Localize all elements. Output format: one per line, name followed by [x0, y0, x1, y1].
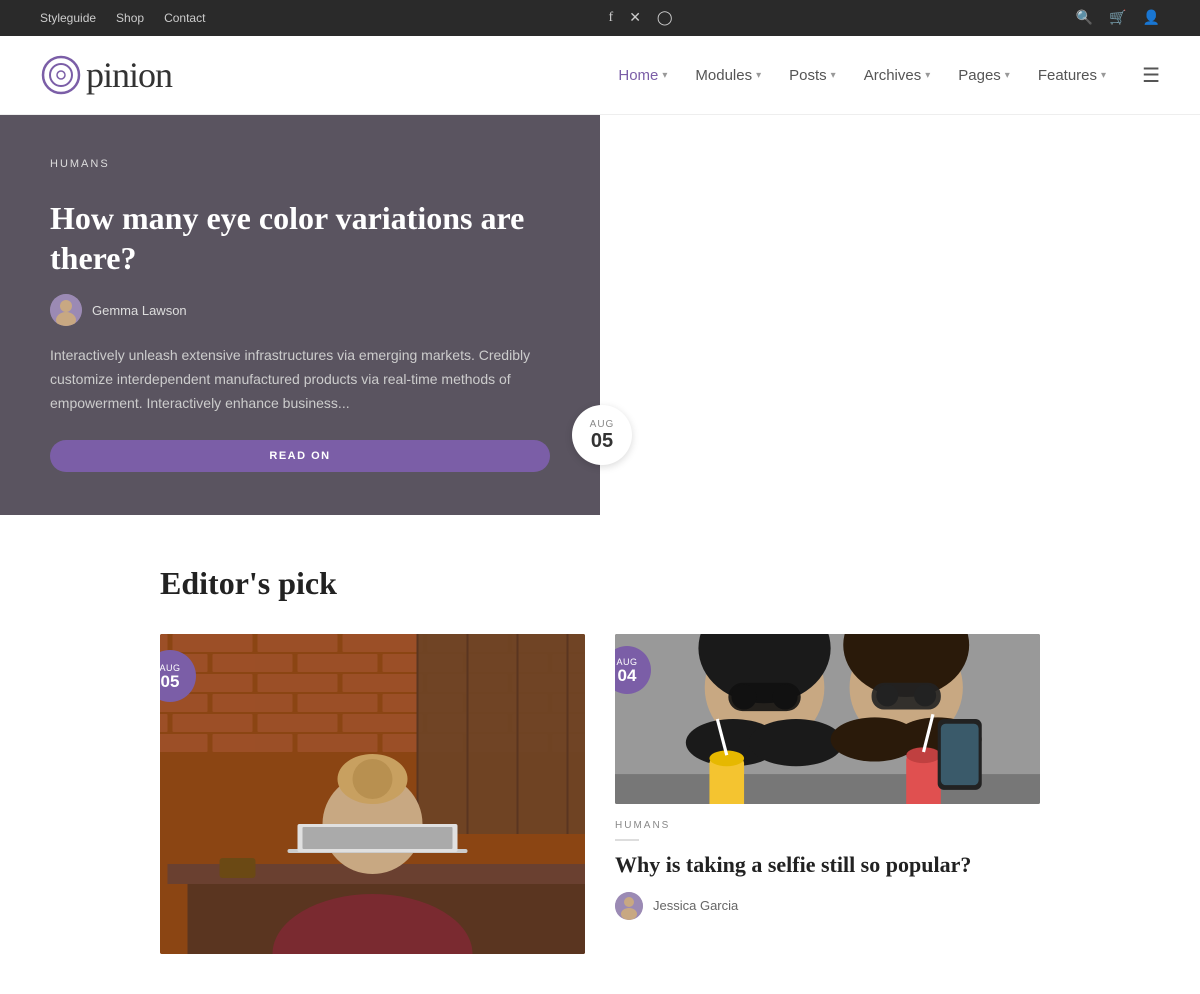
card-small: AUG 04: [615, 634, 1040, 920]
hero-author-name: Gemma Lawson: [92, 303, 187, 318]
hero-date-day: 05: [591, 430, 613, 452]
top-bar-icons: 🔍 🛒 👤: [1076, 10, 1160, 27]
cafe-scene-svg: [160, 634, 585, 954]
contact-link[interactable]: Contact: [164, 11, 205, 25]
hero-content: HUMANS How many eye color variations are…: [0, 115, 600, 515]
logo[interactable]: pinion: [40, 54, 172, 96]
hero-avatar: [50, 294, 82, 326]
section-title: Editor's pick: [160, 565, 1040, 602]
card-left-date-day: 05: [161, 673, 180, 690]
modules-arrow-icon: ▾: [756, 70, 761, 81]
card-right-author-name: Jessica Garcia: [653, 898, 738, 913]
user-icon[interactable]: 👤: [1143, 10, 1160, 27]
logo-text: pinion: [86, 54, 172, 96]
logo-icon: [40, 54, 82, 96]
styleguide-link[interactable]: Styleguide: [40, 11, 96, 25]
card-right-author: Jessica Garcia: [615, 892, 1040, 920]
card-large-image[interactable]: AUG 05: [160, 634, 585, 954]
card-small-image[interactable]: AUG 04: [615, 634, 1040, 804]
nav-features[interactable]: Features ▾: [1038, 67, 1106, 84]
search-icon[interactable]: 🔍: [1076, 10, 1093, 27]
card-right-category: HUMANS: [615, 820, 1040, 831]
top-bar-links: Styleguide Shop Contact: [40, 11, 205, 25]
instagram-icon[interactable]: ◯: [657, 10, 673, 27]
hero-category: HUMANS: [50, 158, 550, 170]
card-left-date-month: AUG: [160, 663, 181, 673]
nav-posts[interactable]: Posts ▾: [789, 67, 836, 84]
hero-date-badge: AUG 05: [572, 405, 632, 465]
card-large: AUG 05: [160, 634, 585, 954]
hero-excerpt: Interactively unleash extensive infrastr…: [50, 344, 550, 415]
hero-image-wrap: AUG 05: [600, 115, 1200, 515]
nav-archives[interactable]: Archives ▾: [864, 67, 931, 84]
social-links: f ✕ ◯: [609, 10, 673, 27]
editors-pick-section: Editor's pick AUG 05: [0, 515, 1200, 994]
archives-arrow-icon: ▾: [925, 70, 930, 81]
editors-grid: AUG 05: [160, 634, 1040, 954]
nav-pages[interactable]: Pages ▾: [958, 67, 1010, 84]
hero-title: How many eye color variations are there?: [50, 198, 550, 278]
hero-section: HUMANS How many eye color variations are…: [0, 115, 1200, 515]
card-right-divider: [615, 839, 639, 841]
twitter-icon[interactable]: ✕: [629, 10, 641, 27]
read-on-button[interactable]: READ ON: [50, 440, 550, 472]
facebook-icon[interactable]: f: [609, 10, 614, 26]
cart-icon[interactable]: 🛒: [1109, 10, 1126, 27]
nav-modules[interactable]: Modules ▾: [695, 67, 761, 84]
pages-arrow-icon: ▾: [1005, 70, 1010, 81]
card-right-avatar: [615, 892, 643, 920]
home-arrow-icon: ▾: [662, 70, 667, 81]
top-bar: Styleguide Shop Contact f ✕ ◯ 🔍 🛒 👤: [0, 0, 1200, 36]
card-right-date-day: 04: [618, 667, 637, 684]
shop-link[interactable]: Shop: [116, 11, 144, 25]
card-right-title: Why is taking a selfie still so popular?: [615, 851, 1040, 880]
hero-author: Gemma Lawson: [50, 294, 550, 326]
site-header: pinion Home ▾ Modules ▾ Posts ▾ Archives…: [0, 36, 1200, 115]
nav-home[interactable]: Home ▾: [618, 67, 667, 84]
selfie-scene-svg: [615, 634, 1040, 804]
main-nav: Home ▾ Modules ▾ Posts ▾ Archives ▾ Page…: [618, 63, 1160, 88]
posts-arrow-icon: ▾: [831, 70, 836, 81]
features-arrow-icon: ▾: [1101, 70, 1106, 81]
card-right-date-month: AUG: [616, 657, 637, 667]
hero-date-month: AUG: [590, 419, 615, 430]
hamburger-icon[interactable]: ☰: [1142, 63, 1160, 88]
